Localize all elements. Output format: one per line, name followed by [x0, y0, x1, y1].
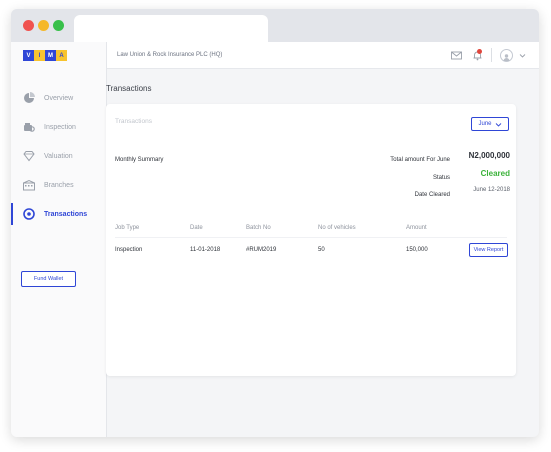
page-title: Transactions: [106, 84, 152, 93]
column-header-date: Date: [190, 225, 203, 231]
sidebar-item-inspection[interactable]: Inspection: [11, 116, 106, 138]
total-amount-value: N2,000,000: [468, 151, 510, 160]
month-select[interactable]: June: [471, 117, 509, 131]
column-header-amount: Amount: [406, 225, 427, 231]
close-window-button[interactable]: [23, 20, 34, 31]
table-divider: [115, 237, 507, 238]
building-icon: [23, 179, 35, 191]
header-divider: [491, 48, 492, 62]
date-cleared-label: Date Cleared: [414, 192, 450, 198]
mail-icon[interactable]: [451, 50, 462, 61]
total-amount-label: Total amount For June: [390, 157, 450, 163]
minimize-window-button[interactable]: [38, 20, 49, 31]
monthly-summary-label: Monthly Summary: [115, 157, 164, 163]
cell-batch-no: #RUM2019: [246, 247, 277, 253]
fund-wallet-button[interactable]: Fund Wallet: [21, 271, 76, 287]
status-badge: Cleared: [480, 169, 510, 178]
sidebar-item-transactions[interactable]: Transactions: [11, 203, 106, 225]
transactions-icon: [23, 208, 35, 220]
cell-job-type: Inspection: [115, 247, 143, 253]
notification-badge: [477, 49, 482, 54]
pie-chart-icon: [23, 92, 35, 104]
maximize-window-button[interactable]: [53, 20, 64, 31]
organization-name: Law Union & Rock Insurance PLC (HQ): [117, 52, 223, 58]
chevron-down-icon: [495, 122, 501, 127]
column-header-batch-no: Batch No: [246, 225, 271, 231]
logo-letter: A: [56, 50, 67, 61]
cell-vehicles: 50: [318, 247, 325, 253]
sidebar-item-label: Transactions: [44, 210, 88, 218]
chevron-down-icon[interactable]: [519, 52, 526, 59]
transactions-card: Transactions June Monthly Summary Total …: [106, 104, 516, 376]
sidebar-item-overview[interactable]: Overview: [11, 87, 106, 109]
logo-letter: I: [34, 50, 45, 61]
logo-letter: M: [45, 50, 56, 61]
sidebar-item-label: Branches: [44, 181, 74, 189]
browser-tab[interactable]: [74, 15, 268, 42]
date-cleared-value: June 12-2018: [473, 187, 510, 193]
sidebar: V I M A Overview Inspection Valuation Br…: [11, 42, 107, 437]
column-header-vehicles: No of vehicles: [318, 225, 356, 231]
vima-logo[interactable]: V I M A: [23, 50, 67, 61]
sidebar-item-valuation[interactable]: Valuation: [11, 145, 106, 167]
card-title: Transactions: [115, 118, 152, 125]
user-icon: [503, 54, 510, 61]
cell-date: 11-01-2018: [190, 247, 221, 253]
logo-letter: V: [23, 50, 34, 61]
month-select-value: June: [478, 121, 492, 127]
browser-chrome: [11, 9, 539, 42]
avatar[interactable]: [500, 49, 513, 62]
sidebar-item-label: Inspection: [44, 123, 76, 131]
status-label: Status: [432, 175, 450, 181]
car-inspection-icon: [23, 121, 35, 133]
sidebar-item-label: Overview: [44, 94, 74, 102]
top-header: Law Union & Rock Insurance PLC (HQ): [107, 42, 539, 69]
cell-amount: 150,000: [406, 247, 428, 253]
sidebar-item-label: Valuation: [44, 152, 73, 160]
diamond-icon: [23, 150, 35, 162]
view-report-button[interactable]: View Report: [469, 243, 508, 257]
column-header-job-type: Job Type: [115, 225, 140, 231]
sidebar-item-branches[interactable]: Branches: [11, 174, 106, 196]
